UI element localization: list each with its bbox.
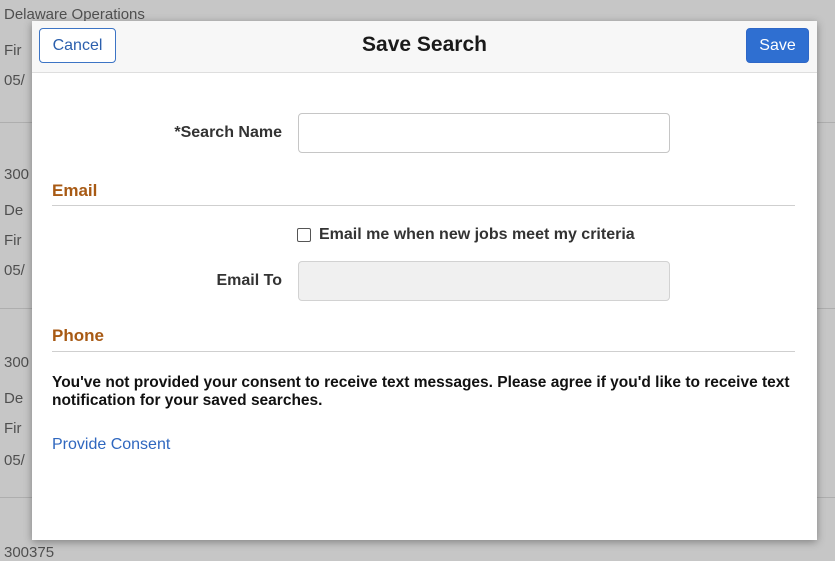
dialog-title: Save Search — [362, 33, 487, 56]
email-to-label: Email To — [216, 272, 283, 289]
phone-section-title: Phone — [52, 326, 104, 345]
email-notify-row[interactable]: Email me when new jobs meet my criteria — [297, 224, 635, 246]
email-notify-label[interactable]: Email me when new jobs meet my criteria — [319, 226, 635, 244]
email-to-field — [298, 261, 670, 301]
save-search-dialog: Cancel Save Search Save *Search Name Ema… — [32, 21, 817, 540]
search-name-input[interactable] — [298, 113, 670, 153]
provide-consent-link[interactable]: Provide Consent — [52, 436, 170, 454]
email-section-divider — [52, 205, 795, 206]
save-button[interactable]: Save — [746, 28, 809, 63]
consent-message: You've not provided your consent to rece… — [52, 374, 790, 409]
cancel-button[interactable]: Cancel — [39, 28, 116, 63]
dialog-header: Cancel Save Search Save — [32, 21, 817, 73]
email-notify-checkbox[interactable] — [297, 228, 311, 242]
email-section-title: Email — [52, 181, 98, 200]
phone-section-divider — [52, 351, 795, 352]
search-name-label: *Search Name — [174, 124, 282, 141]
